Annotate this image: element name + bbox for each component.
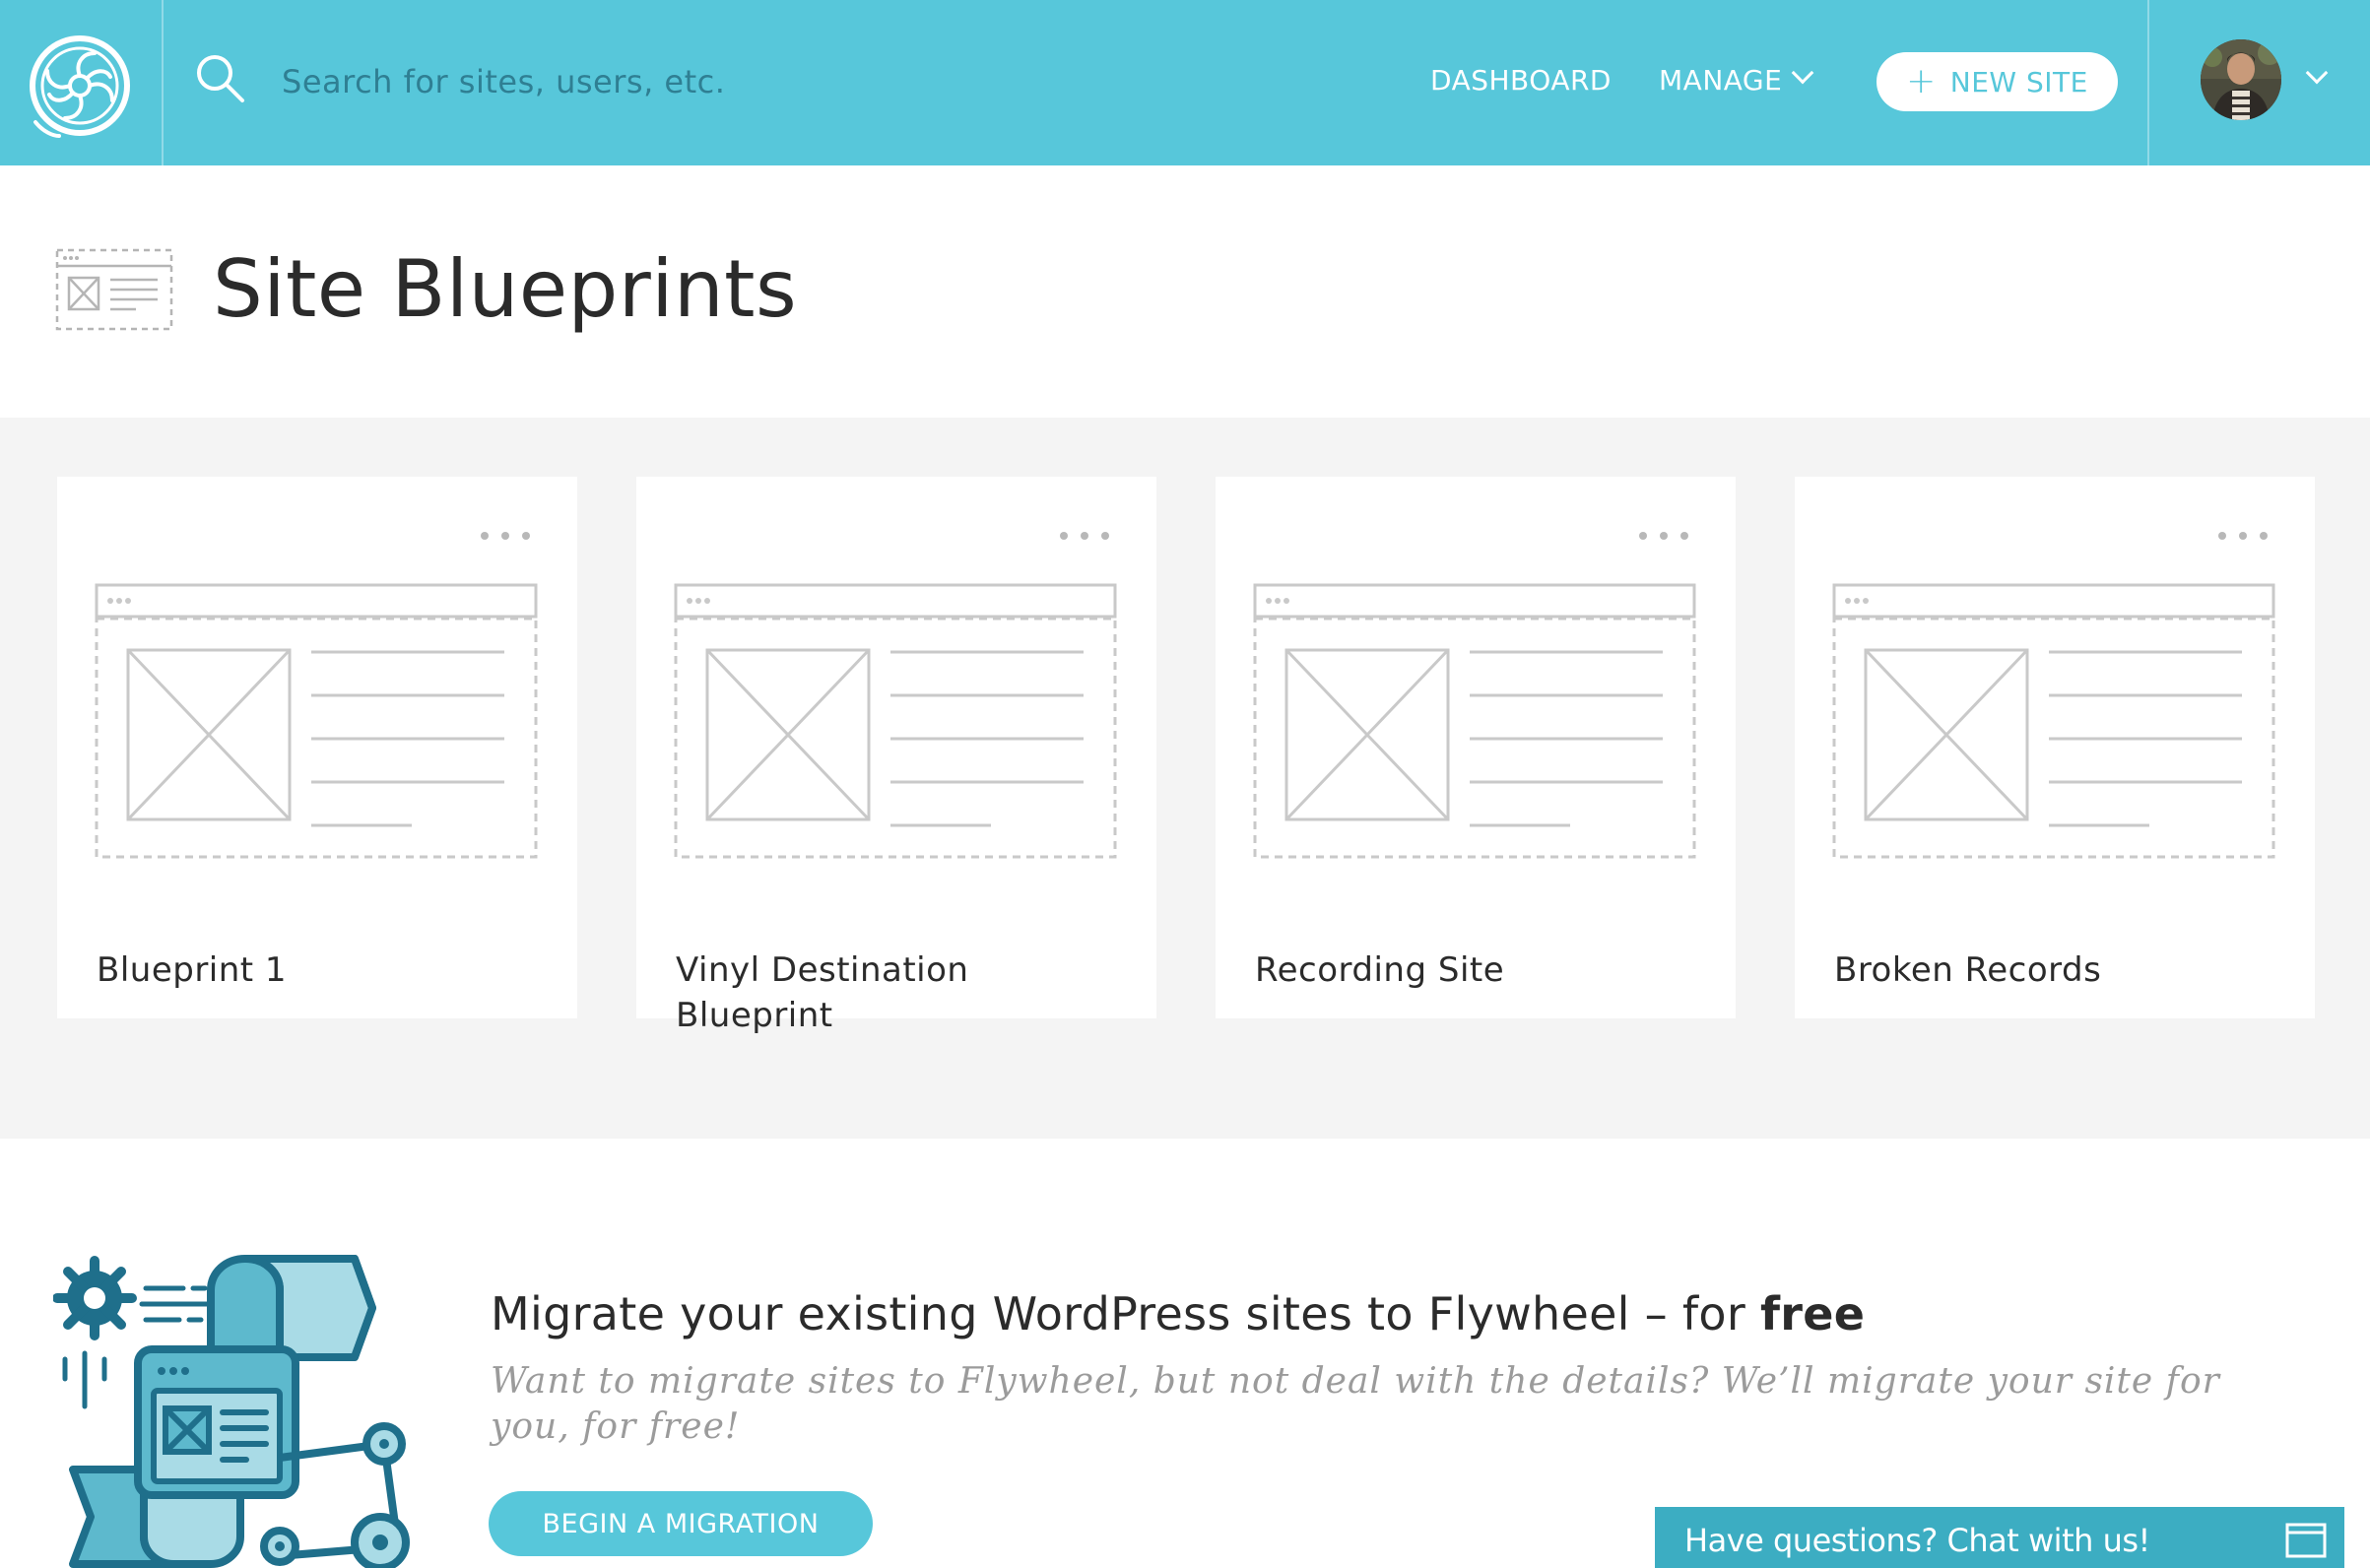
blueprint-name: Blueprint 1 bbox=[97, 950, 288, 990]
blueprint-card[interactable]: Blueprint 1 bbox=[57, 477, 577, 1018]
plus-icon: + bbox=[1906, 61, 1937, 101]
blueprint-name: Recording Site bbox=[1255, 950, 1505, 990]
blueprint-name: Vinyl Destination Blueprint bbox=[676, 950, 969, 1035]
chat-widget[interactable]: Have questions? Chat with us! bbox=[1655, 1507, 2344, 1568]
nav-manage-menu[interactable]: MANAGE bbox=[1659, 61, 1782, 100]
blueprint-card[interactable]: Vinyl Destination Blueprint bbox=[636, 477, 1156, 1035]
logo-cell bbox=[0, 0, 164, 165]
more-options-icon[interactable] bbox=[2218, 526, 2268, 546]
migration-description: Want to migrate sites to Flywheel, but n… bbox=[491, 1361, 2220, 1447]
top-navigation-bar: DASHBOARD MANAGE + NEW SITE bbox=[0, 0, 2370, 165]
more-options-icon[interactable] bbox=[1060, 526, 1109, 546]
migration-title: Migrate your existing WordPress sites to… bbox=[491, 1284, 1865, 1343]
page-header: Site Blueprints bbox=[0, 165, 2370, 418]
flywheel-logo-icon[interactable] bbox=[26, 32, 134, 140]
avatar[interactable] bbox=[2201, 39, 2281, 120]
more-options-icon[interactable] bbox=[481, 526, 530, 546]
page-title: Site Blueprints bbox=[213, 243, 798, 335]
account-chevron-down-icon[interactable] bbox=[2305, 61, 2329, 85]
new-site-label: NEW SITE bbox=[1949, 65, 2088, 98]
search-icon[interactable] bbox=[193, 51, 248, 106]
blueprint-name: Broken Records bbox=[1834, 950, 2102, 990]
blueprint-card[interactable]: Broken Records bbox=[1795, 477, 2315, 1018]
more-options-icon[interactable] bbox=[1639, 526, 1688, 546]
blueprint-grid: Blueprint 1 Vinyl Destination Blueprint bbox=[0, 418, 2370, 1139]
site-wireframe-placeholder bbox=[1253, 583, 1696, 859]
chevron-down-icon[interactable] bbox=[1791, 61, 1814, 85]
blueprint-card[interactable]: Recording Site bbox=[1216, 477, 1736, 1018]
nav-dashboard-link[interactable]: DASHBOARD bbox=[1430, 61, 1612, 100]
site-wireframe-placeholder bbox=[95, 583, 538, 859]
migration-illustration bbox=[53, 1255, 410, 1568]
chat-label: Have questions? Chat with us! bbox=[1684, 1522, 2150, 1559]
chat-window-icon[interactable] bbox=[2285, 1523, 2327, 1558]
migration-title-emphasis: free bbox=[1759, 1287, 1866, 1340]
search-input[interactable] bbox=[282, 55, 1030, 108]
blueprint-icon bbox=[55, 248, 173, 331]
site-wireframe-placeholder bbox=[1832, 583, 2275, 859]
account-menu[interactable] bbox=[2147, 0, 2370, 165]
new-site-button[interactable]: + NEW SITE bbox=[1876, 52, 2118, 111]
gear-icon bbox=[53, 1256, 137, 1340]
begin-migration-button[interactable]: BEGIN A MIGRATION bbox=[489, 1491, 873, 1556]
site-wireframe-placeholder bbox=[674, 583, 1117, 859]
migration-title-text: Migrate your existing WordPress sites to… bbox=[491, 1287, 1760, 1340]
